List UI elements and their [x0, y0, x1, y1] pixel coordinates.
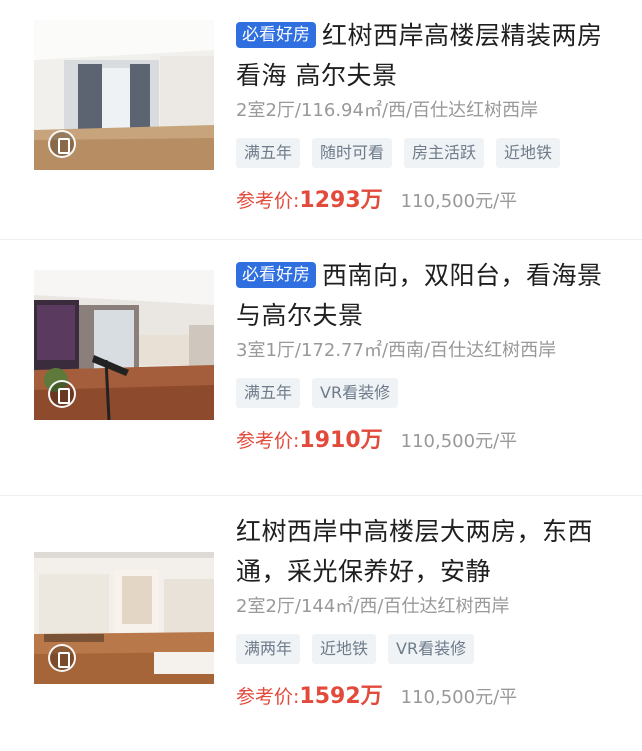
tag: 满两年 [236, 634, 301, 664]
listing-photo[interactable] [34, 534, 214, 684]
listing-list: 必看好房 红树西岸高楼层精装两房 看海 高尔夫景 2室2厅/116.94㎡/西/百… [0, 0, 642, 751]
listing-info: 红树西岸中高楼层大两房，东西通，采光保养好，安静 2室2厅/144㎡/西/百仕达… [236, 512, 612, 710]
listing-card[interactable]: 必看好房 红树西岸高楼层精装两房 看海 高尔夫景 2室2厅/116.94㎡/西/百… [0, 0, 642, 240]
listing-meta: 3室1厅/172.77㎡/西南/百仕达红树西岸 [236, 340, 557, 361]
tag: VR看装修 [388, 634, 475, 664]
listing-photo[interactable] [34, 270, 214, 420]
reference-price: 1910万 [299, 428, 383, 453]
listing-title[interactable]: 必看好房 红树西岸高楼层精装两房 看海 高尔夫景 [236, 16, 612, 96]
price-label: 参考价: [236, 686, 300, 708]
tag: VR看装修 [312, 378, 399, 408]
must-see-badge: 必看好房 [236, 262, 316, 288]
reference-price: 1592万 [299, 684, 383, 709]
tag: 近地铁 [312, 634, 377, 664]
tag-list: 满五年 随时可看 房主活跃 近地铁 [236, 138, 612, 168]
unit-price: 110,500元/平 [400, 687, 518, 708]
tag-list: 满五年 VR看装修 [236, 378, 612, 408]
price-label: 参考价: [236, 190, 300, 212]
must-see-badge: 必看好房 [236, 22, 316, 48]
listing-card[interactable]: 红树西岸中高楼层大两房，东西通，采光保养好，安静 2室2厅/144㎡/西/百仕达… [0, 496, 642, 751]
tag: 随时可看 [312, 138, 393, 168]
reference-price: 1293万 [299, 188, 383, 213]
listing-info: 必看好房 红树西岸高楼层精装两房 看海 高尔夫景 2室2厅/116.94㎡/西/百… [236, 16, 612, 214]
tag: 房主活跃 [404, 138, 485, 168]
tag-list: 满两年 近地铁 VR看装修 [236, 634, 612, 664]
listing-meta: 2室2厅/116.94㎡/西/百仕达红树西岸 [236, 100, 539, 121]
price-row: 参考价: 1592万 110,500元/平 [236, 678, 612, 710]
listing-info: 必看好房 西南向，双阳台，看海景与高尔夫景 3室1厅/172.77㎡/西南/百仕达… [236, 256, 612, 454]
listing-title[interactable]: 必看好房 西南向，双阳台，看海景与高尔夫景 [236, 256, 612, 336]
listing-meta: 2室2厅/144㎡/西/百仕达红树西岸 [236, 596, 510, 617]
listing-title[interactable]: 红树西岸中高楼层大两房，东西通，采光保养好，安静 [236, 512, 612, 592]
unit-price: 110,500元/平 [400, 191, 518, 212]
price-row: 参考价: 1910万 110,500元/平 [236, 422, 612, 454]
vr-view-icon[interactable] [48, 380, 76, 408]
price-row: 参考价: 1293万 110,500元/平 [236, 182, 612, 214]
unit-price: 110,500元/平 [400, 431, 518, 452]
listing-photo[interactable] [34, 20, 214, 170]
listing-card[interactable]: 必看好房 西南向，双阳台，看海景与高尔夫景 3室1厅/172.77㎡/西南/百仕达… [0, 240, 642, 496]
price-label: 参考价: [236, 430, 300, 452]
vr-view-icon[interactable] [48, 130, 76, 158]
tag: 满五年 [236, 378, 301, 408]
tag: 近地铁 [496, 138, 561, 168]
vr-view-icon[interactable] [48, 644, 76, 672]
tag: 满五年 [236, 138, 301, 168]
